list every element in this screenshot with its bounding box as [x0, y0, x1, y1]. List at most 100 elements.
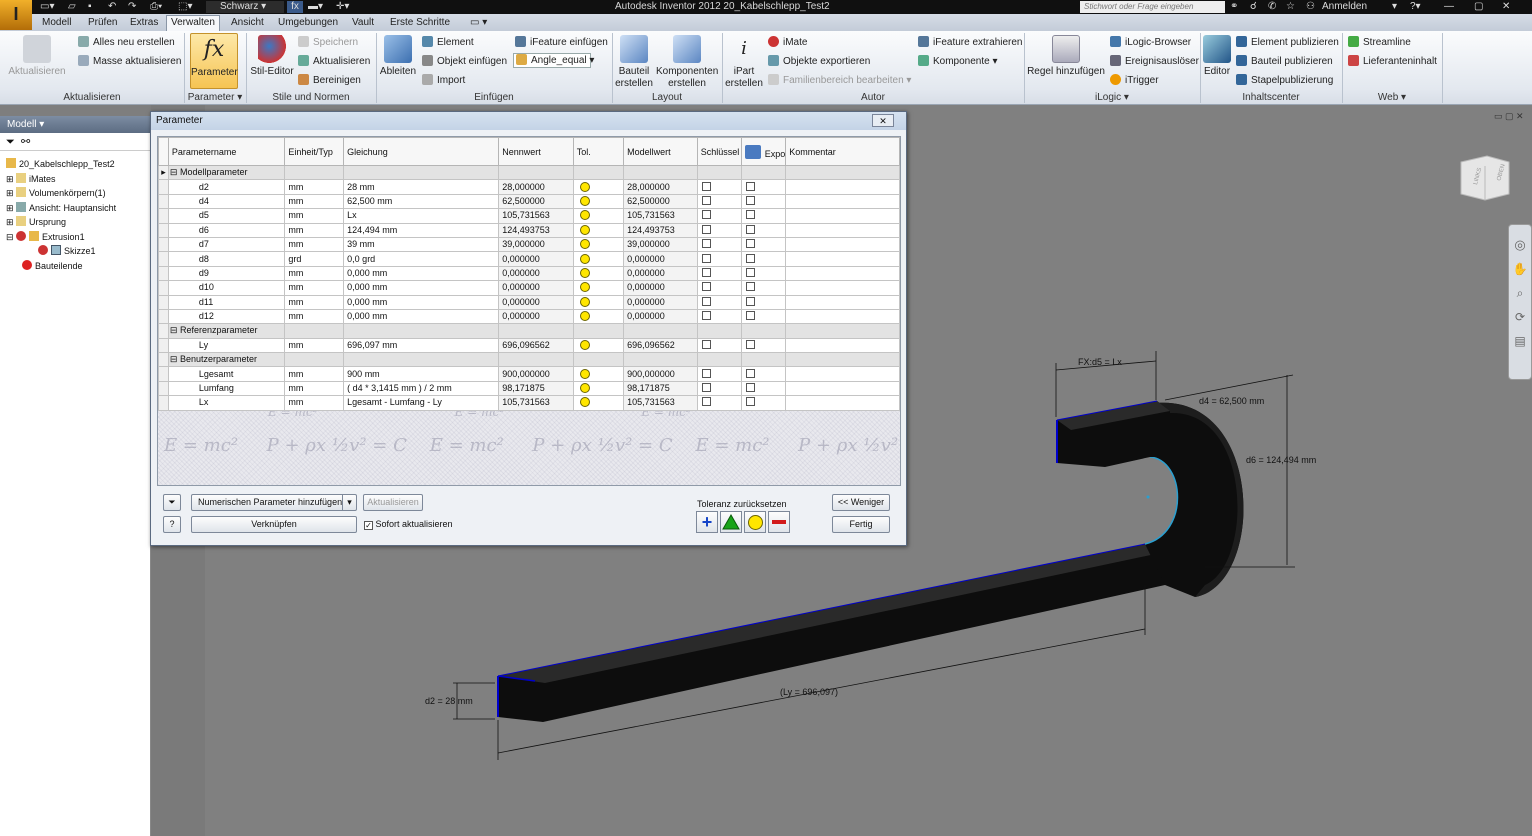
update-button[interactable]: Aktualisieren [363, 494, 423, 511]
key-checkbox[interactable] [701, 339, 711, 349]
export-checkbox[interactable] [745, 253, 755, 263]
param-equation-cell[interactable]: 0,000 mm [343, 265, 500, 282]
subscription-icon[interactable]: ☌ [1250, 1, 1257, 13]
look-at-icon[interactable]: ▤ [1509, 329, 1531, 353]
param-export-cell[interactable] [740, 380, 787, 397]
key-checkbox[interactable] [701, 383, 711, 393]
table-row[interactable]: d8 grd 0,0 grd 0,000000 0,000000 [158, 251, 900, 267]
export-checkbox[interactable] [745, 224, 755, 234]
cc-editor-button[interactable]: Editor [1202, 35, 1232, 78]
tab-umgebungen[interactable]: Umgebungen [274, 16, 342, 31]
param-tolerance-cell[interactable] [572, 222, 625, 238]
extract-ifeature-button[interactable]: iFeature extrahieren [918, 36, 1023, 49]
element-button[interactable]: Element [422, 36, 474, 49]
viewport-window-controls[interactable]: ▭ ▢ ✕ [1494, 111, 1524, 122]
table-row[interactable]: d4 mm 62,500 mm 62,500000 62,500000 [158, 193, 900, 210]
make-part-button[interactable]: Bauteil erstellen [614, 35, 654, 90]
less-button[interactable]: << Weniger [832, 494, 890, 511]
param-export-cell[interactable] [740, 251, 787, 267]
export-checkbox[interactable] [745, 311, 755, 321]
param-comment-cell[interactable] [785, 308, 900, 325]
tree-item-sketch[interactable]: Skizze1 [38, 245, 96, 257]
row-header[interactable] [158, 352, 169, 368]
param-name-cell[interactable]: d6 [168, 222, 286, 238]
update-mass-button[interactable]: Masse aktualisieren [78, 55, 181, 68]
tree-item-origin[interactable]: ⊞ Ursprung [6, 216, 66, 228]
search-input[interactable]: Stichwort oder Frage eingeben [1080, 1, 1225, 13]
dimension-d4[interactable]: d4 = 62,500 mm [1199, 396, 1264, 406]
column-header-unit[interactable]: Einheit/Typ [284, 137, 345, 166]
column-header-equation[interactable]: Gleichung [343, 137, 500, 166]
parameter-button[interactable]: fx Parameter [190, 33, 238, 89]
param-key-cell[interactable] [696, 308, 742, 325]
param-tolerance-cell[interactable] [572, 395, 625, 411]
edit-family-button[interactable]: Familienbereich bearbeiten ▾ [768, 74, 911, 87]
insert-ifeature-button[interactable]: iFeature einfügen [515, 36, 608, 49]
filter-button[interactable]: ⏷ [163, 494, 181, 511]
tree-item-end-of-part[interactable]: Bauteilende [22, 260, 83, 272]
dimension-d2[interactable]: d2 = 28 mm [425, 696, 473, 706]
table-row[interactable]: Lgesamt mm 900 mm 900,000000 900,000000 [158, 366, 900, 382]
close-icon[interactable]: ✕ [1502, 1, 1510, 13]
rebuild-all-button[interactable]: Alles neu erstellen [78, 36, 175, 49]
tab-options-icon[interactable]: ▭ ▾ [466, 16, 491, 31]
view-cube[interactable]: LINKS OBEN [1459, 154, 1511, 202]
param-name-cell[interactable]: d9 [168, 265, 286, 282]
imate-button[interactable]: iMate [768, 36, 807, 49]
param-unit-cell[interactable]: mm [284, 280, 345, 296]
color-dropdown[interactable]: Schwarz ▾ [206, 1, 284, 13]
param-equation-cell[interactable]: 62,500 mm [343, 193, 500, 210]
row-header[interactable]: ▸ [158, 164, 169, 181]
param-key-cell[interactable] [696, 395, 742, 411]
minimize-icon[interactable]: — [1444, 1, 1454, 13]
param-comment-cell[interactable] [785, 193, 900, 210]
table-row[interactable]: d10 mm 0,000 mm 0,000000 0,000000 [158, 280, 900, 296]
tolerance-upper-button[interactable]: + [696, 511, 718, 533]
param-name-cell[interactable]: Ly [168, 337, 286, 354]
param-name-cell[interactable]: Lx [168, 395, 286, 411]
table-row[interactable]: Lumfang mm( d4 * 3,1415 mm ) / 2 mm 98,171… [158, 380, 900, 397]
param-equation-cell[interactable]: 900 mm [343, 366, 500, 382]
export-checkbox[interactable] [745, 368, 755, 378]
param-export-cell[interactable] [740, 395, 787, 411]
publish-part-button[interactable]: Bauteil publizieren [1236, 55, 1333, 68]
export-checkbox[interactable] [745, 397, 755, 407]
param-export-cell[interactable] [740, 208, 787, 224]
param-name-cell[interactable]: d10 [168, 280, 286, 296]
param-equation-cell[interactable]: 124,494 mm [343, 222, 500, 238]
table-row[interactable]: d6 mm 124,494 mm 124,493753 124,493753 [158, 222, 900, 238]
style-editor-button[interactable]: Stil-Editor [250, 35, 294, 78]
browser-header[interactable]: Modell ▾ [0, 116, 150, 133]
itrigger-button[interactable]: iTrigger [1110, 74, 1159, 87]
zoom-icon[interactable]: ⌕ [1509, 281, 1531, 305]
export-objects-button[interactable]: Objekte exportieren [768, 55, 870, 68]
param-export-cell[interactable] [740, 179, 787, 195]
tree-item-view[interactable]: ⊞ Ansicht: Hauptansicht [6, 202, 116, 214]
row-header[interactable] [158, 294, 169, 310]
table-row[interactable]: Ly mm 696,097 mm 696,096562 696,096562 [158, 337, 900, 354]
row-header[interactable] [158, 323, 169, 339]
export-checkbox[interactable] [745, 181, 755, 191]
export-checkbox[interactable] [745, 267, 755, 277]
param-comment-cell[interactable] [785, 179, 900, 195]
param-name-cell[interactable]: d7 [168, 236, 286, 253]
table-row[interactable]: d9 mm 0,000 mm 0,000000 0,000000 [158, 265, 900, 282]
dimension-d5[interactable]: FX:d5 = Lx [1078, 357, 1122, 367]
pan-icon[interactable]: ✋ [1509, 257, 1531, 281]
tree-item-root[interactable]: 20_Kabelschlepp_Test2 [6, 158, 115, 170]
param-tolerance-cell[interactable] [572, 337, 625, 354]
move-icon[interactable]: ✛▾ [336, 1, 349, 13]
table-row[interactable]: d11 mm 0,000 mm 0,000000 0,000000 [158, 294, 900, 310]
row-header[interactable] [158, 337, 169, 354]
import-button[interactable]: Import [422, 74, 465, 87]
application-menu-button[interactable]: I [0, 0, 32, 30]
param-unit-cell[interactable]: mm [284, 337, 345, 354]
parameter-group-row[interactable]: ⊟ Benutzerparameter [158, 352, 900, 368]
create-ipart-button[interactable]: i iPart erstellen [724, 35, 764, 90]
param-key-cell[interactable] [696, 337, 742, 354]
param-tolerance-cell[interactable] [572, 179, 625, 195]
export-checkbox[interactable] [745, 296, 755, 306]
export-checkbox[interactable] [745, 383, 755, 393]
key-checkbox[interactable] [701, 267, 711, 277]
chevron-down-icon[interactable]: ▾ [342, 495, 356, 510]
